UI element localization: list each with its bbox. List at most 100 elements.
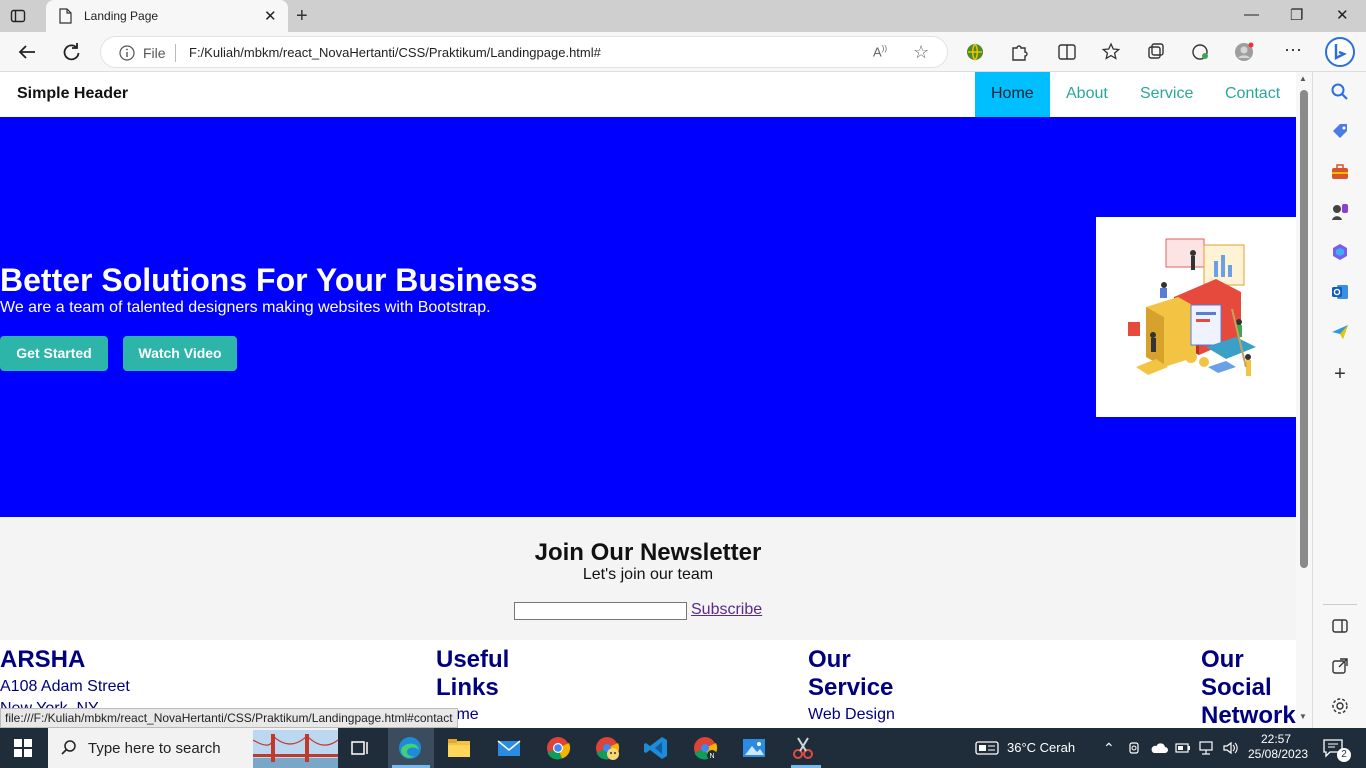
outlook-icon[interactable] (1330, 282, 1350, 302)
page-scrollbar[interactable]: ▲ ▼ (1296, 72, 1312, 728)
sidebar-settings-gear-icon[interactable] (1330, 696, 1350, 716)
windows-taskbar: Type here to search N 36°C Cerah ⌃ 22:57… (0, 728, 1366, 768)
vscode-icon[interactable] (642, 734, 670, 762)
open-external-icon[interactable] (1330, 656, 1350, 676)
edge-browser-icon[interactable] (396, 734, 424, 762)
footer-useful-links-title-a: Useful (436, 646, 510, 673)
address-toolbar: File F:/Kuliah/mbkm/react_NovaHertanti/C… (0, 32, 1366, 72)
system-clock[interactable]: 22:57 25/08/2023 (1248, 732, 1309, 762)
sidebar-divider (1323, 604, 1357, 605)
taskbar-search-box[interactable]: Type here to search (48, 728, 338, 768)
footer-service-title-b: Service (808, 674, 894, 701)
newsletter-email-input[interactable] (514, 602, 687, 620)
notification-count-badge: 2 (1337, 748, 1351, 762)
address-bar[interactable]: File F:/Kuliah/mbkm/react_NovaHertanti/C… (100, 36, 948, 68)
send-drop-icon[interactable] (1330, 322, 1350, 342)
settings-more-icon[interactable]: ⋯ (1284, 40, 1302, 61)
split-screen-icon[interactable] (1057, 42, 1077, 62)
url-scheme-label: File (143, 45, 166, 61)
scroll-down-icon[interactable]: ▼ (1299, 712, 1307, 721)
footer-link-web-design[interactable]: Web Design (808, 706, 895, 724)
games-icon[interactable] (1330, 202, 1350, 222)
scroll-up-icon[interactable]: ▲ (1299, 74, 1307, 83)
volume-icon[interactable] (1222, 740, 1238, 756)
collections-icon[interactable] (1146, 42, 1166, 62)
show-hidden-icons-icon[interactable]: ⌃ (1103, 740, 1115, 757)
hide-sidebar-icon[interactable] (1330, 616, 1350, 636)
tab-close-icon[interactable]: ✕ (264, 7, 277, 25)
footer-social-title-b: Social (1201, 674, 1272, 701)
mail-icon[interactable] (495, 734, 523, 762)
nav-about[interactable]: About (1050, 72, 1124, 117)
microsoft-365-icon[interactable] (1330, 242, 1350, 262)
newsletter-section: Join Our Newsletter Let's join our team … (0, 517, 1296, 640)
read-aloud-icon[interactable]: A)) (873, 44, 887, 59)
nav-service[interactable]: Service (1124, 72, 1209, 117)
browser-tab-bar: Landing Page ✕ + — ❐ ✕ (0, 0, 1366, 32)
footer-brand-title: ARSHA (0, 646, 86, 673)
restore-icon[interactable]: ❐ (1290, 6, 1303, 24)
snipping-tool-icon[interactable] (789, 734, 817, 762)
onedrive-cloud-icon[interactable] (1150, 741, 1168, 755)
file-explorer-icon[interactable] (445, 734, 473, 762)
site-info-icon[interactable] (119, 45, 135, 61)
browser-tab[interactable]: Landing Page ✕ (46, 0, 288, 32)
nav-home[interactable]: Home (975, 72, 1050, 117)
footer-useful-links-title-b: Links (436, 674, 499, 701)
chrome-profile-icon[interactable] (593, 734, 621, 762)
browser-essentials-icon[interactable] (1190, 42, 1210, 62)
weather-icon[interactable] (975, 740, 999, 756)
newsletter-title: Join Our Newsletter (534, 539, 762, 566)
search-icon[interactable] (1330, 82, 1350, 102)
taskbar-search-icon (61, 740, 76, 755)
isometric-business-illustration-icon (1128, 238, 1256, 376)
minimize-icon[interactable]: — (1244, 6, 1259, 23)
hero-section: Better Solutions For Your Business We ar… (0, 117, 1296, 517)
footer-social-title-a: Our (1201, 646, 1244, 673)
golden-gate-bridge-icon (253, 730, 338, 768)
scroll-thumb[interactable] (1300, 90, 1308, 568)
edge-sidebar: + (1312, 72, 1366, 728)
footer-address-line1: A108 Adam Street (0, 678, 130, 695)
close-window-icon[interactable]: ✕ (1336, 6, 1349, 24)
get-started-button[interactable]: Get Started (0, 336, 108, 371)
hero-subtitle: We are a team of talented designers maki… (0, 299, 491, 316)
url-text[interactable]: F:/Kuliah/mbkm/react_NovaHertanti/CSS/Pr… (189, 45, 601, 60)
refresh-icon[interactable] (60, 41, 82, 63)
site-header: Simple Header Home About Service Contact (0, 72, 1296, 117)
windows-start-icon[interactable] (14, 739, 32, 757)
profile-avatar-icon[interactable] (1234, 42, 1254, 62)
taskbar-search-placeholder: Type here to search (88, 740, 221, 757)
hero-illustration (1096, 217, 1296, 417)
extensions-puzzle-icon[interactable] (1009, 42, 1029, 62)
clock-date: 25/08/2023 (1248, 747, 1309, 761)
task-view-icon[interactable] (346, 734, 374, 762)
site-logo[interactable]: Simple Header (17, 85, 128, 103)
favorites-icon[interactable] (1101, 42, 1121, 62)
nav-contact[interactable]: Contact (1209, 72, 1296, 117)
meet-now-icon[interactable] (1128, 741, 1142, 755)
subscribe-link[interactable]: Subscribe (691, 601, 762, 619)
tab-actions-icon[interactable] (10, 8, 26, 24)
chrome-new-profile-icon[interactable]: N (691, 734, 719, 762)
network-icon[interactable] (1198, 740, 1214, 756)
new-tab-icon[interactable]: + (296, 5, 308, 28)
footer-social-title-c: Network (1201, 702, 1296, 728)
svg-text:N: N (710, 753, 715, 760)
shopping-tag-icon[interactable] (1330, 122, 1350, 142)
favorite-star-icon[interactable]: ☆ (913, 42, 929, 63)
watch-video-button[interactable]: Watch Video (123, 336, 237, 371)
photos-icon[interactable] (740, 734, 768, 762)
chrome-icon[interactable] (544, 734, 572, 762)
extension-globe-icon[interactable] (965, 42, 985, 62)
back-icon[interactable] (16, 41, 38, 63)
weather-text[interactable]: 36°C Cerah (1007, 740, 1075, 755)
page-favicon-icon (59, 8, 72, 24)
battery-icon[interactable] (1175, 742, 1191, 754)
add-sidebar-app-icon[interactable]: + (1330, 364, 1350, 384)
clock-time: 22:57 (1260, 732, 1292, 746)
omnibox-divider (175, 44, 176, 62)
bing-copilot-icon[interactable] (1324, 35, 1356, 69)
tools-briefcase-icon[interactable] (1330, 162, 1350, 182)
hero-title: Better Solutions For Your Business (0, 262, 538, 298)
